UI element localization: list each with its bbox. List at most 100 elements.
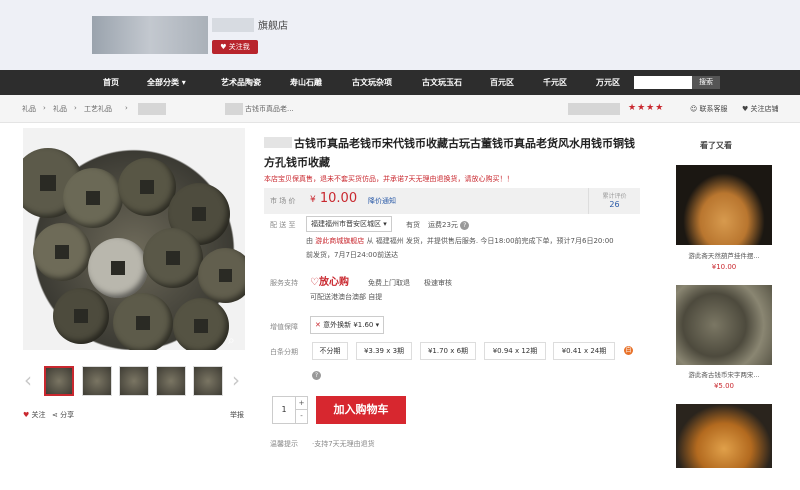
breadcrumb-item[interactable]: 礼品 [22,104,36,114]
shipping-note: 由 游此商城旗舰店 从 福建福州 发货，并提供售后服务. 今日18:00前完成下… [306,236,646,246]
shipping-note-prefix: 由 [306,237,313,245]
quantity-increase-button[interactable]: + [296,397,307,410]
follow-product-button[interactable]: ♥ 关注 [23,410,46,420]
nav-item-jade[interactable]: 古文玩玉石 [422,70,462,95]
nav-item-shoushan[interactable]: 寿山石雕 [290,70,322,95]
nav-item-thousand[interactable]: 千元区 [543,70,567,95]
shipping-note-2: 前发货，7月7日24:00前送达 [306,251,399,259]
store-logo[interactable] [92,16,208,54]
sidebar-item-image[interactable] [676,404,772,468]
sidebar-item-price: ¥5.00 [713,382,735,390]
share-button[interactable]: ⋖ 分享 [52,410,74,420]
coin [173,298,229,350]
coin [198,248,245,303]
shipping-note-text: 从 福建福州 发货，并提供售后服务. 今日18:00前完成下单，预计7月6日20… [366,237,614,245]
follow-store-label: 关注我 [228,43,250,51]
thumbnail[interactable] [44,366,74,396]
sidebar-item-image[interactable] [676,285,772,365]
tip-label: 温馨提示 [270,440,298,448]
thumb-prev-icon[interactable]: ‹ [24,368,32,392]
store-logo-blur [212,18,254,32]
coin [113,293,173,350]
sidebar-item-image[interactable] [676,165,772,245]
nav-item-hundred[interactable]: 百元区 [490,70,514,95]
store-name-blur [568,103,620,115]
fangxingou-logo[interactable]: ♡放心购 [310,273,349,288]
installment-label: 白条分期 [270,348,298,356]
thumbnail[interactable] [119,366,149,396]
breadcrumb-item[interactable]: 礼品 [53,104,67,114]
shipping-fee-label: 运费23元 [428,221,458,229]
review-summary[interactable]: 累计评价 26 [588,188,640,214]
breadcrumb-item[interactable]: 工艺礼品 [84,104,112,114]
follow-product-label: 关注 [31,411,46,419]
report-link[interactable]: 举报 [230,410,244,420]
follow-store-button[interactable]: ♥ 关注我 [212,40,258,54]
shipping-store-link[interactable]: 游此商城旗舰店 [315,237,364,245]
store-rating-stars: ★★★★ [628,103,665,113]
product-main-image[interactable] [23,128,245,350]
nav-search-button[interactable]: 搜索 [692,76,720,89]
nav-search-input[interactable] [634,76,692,89]
heart-icon: ♥ [23,411,30,419]
sidebar-item-price: ¥10.00 [711,263,737,271]
breadcrumb-blur [138,103,166,115]
service-item: 极速审核 [424,279,452,287]
sidebar-item-caption[interactable]: 游此斋天然葫芦挂件摆... [676,250,772,260]
product-subtitle: 本店宝贝保真售，退未不套买货仿品，并承诺7天无理由退换货，请放心购买！！ [264,175,514,183]
store-name[interactable]: 旗舰店 [258,17,288,32]
price-currency: ¥ [310,195,316,205]
main-nav: 首页 全部分类 ▾ 艺术品陶瓷 寿山石雕 古文玩杂项 古文玩玉石 百元区 千元区… [0,70,800,95]
quantity-input[interactable]: 1 [272,396,296,424]
sidebar-item-caption[interactable]: 游此斋古钱币宋字两宋... [676,369,772,379]
coin [63,168,123,228]
delivery-region-select[interactable]: 福建福州市晋安区城区 ▾ [306,216,392,232]
thumbnail[interactable] [156,366,186,396]
info-icon[interactable]: ? [460,220,470,230]
zoom-icon[interactable]: ⌕ [228,333,235,348]
installment-option[interactable]: ¥3.39 x 3期 [356,342,412,360]
installment-option[interactable]: ¥1.70 x 6期 [420,342,476,360]
quantity-stepper[interactable]: + - [296,396,308,424]
store-header: 旗舰店 ♥ 关注我 [0,0,800,70]
tip-text: ·支持7天无理由退货 [312,440,375,448]
share-label: 分享 [60,411,75,419]
nav-item-ten-thousand[interactable]: 万元区 [596,70,620,95]
price-value: 10.00 [319,191,358,206]
price-notify-link[interactable]: 降价通知 [368,196,396,206]
contact-service-link[interactable]: ☺ 联系客服 [690,104,728,114]
installment-option[interactable]: ¥0.94 x 12期 [484,342,546,360]
coin [53,288,109,344]
warranty-select[interactable]: ✕ 意外换新 ¥1.60 ▾ [310,316,385,334]
breadcrumb-blur [225,103,243,115]
review-count: 26 [609,200,620,209]
installment-option[interactable]: 不分期 [312,342,348,360]
coin [33,223,91,281]
thumb-next-icon[interactable]: › [232,368,240,392]
sidebar-title: 看了又看 [700,141,732,150]
review-label: 累计评价 [602,193,627,200]
follow-shop-link[interactable]: ♥ 关注店铺 [742,104,779,114]
nav-item-all-categories[interactable]: 全部分类 ▾ [147,70,186,95]
warranty-label: 增值保障 [270,323,298,331]
product-price: ¥ 10.00 [310,191,357,206]
thumbnail[interactable] [82,366,112,396]
coin [118,158,176,216]
quantity-decrease-button[interactable]: - [296,410,307,423]
nav-item-ceramics[interactable]: 艺术品陶瓷 [221,70,261,95]
add-to-cart-button[interactable]: 加入购物车 [316,396,406,424]
coin [88,238,148,298]
nav-item-home[interactable]: 首页 [103,70,119,95]
service-extra: 可配送港澳台澳部 自提 [310,293,383,301]
installment-option[interactable]: ¥0.41 x 24期 [553,342,615,360]
installment-info-icon[interactable]: ? [312,371,321,380]
coin [143,228,203,288]
nav-item-antiques[interactable]: 古文玩杂项 [352,70,392,95]
breadcrumb-current: 古钱币真品老... [245,105,294,113]
warranty-icon: ✕ [315,321,321,329]
share-icon: ⋖ [52,411,58,419]
delivery-region-value: 福建福州市晋安区城区 [311,220,381,228]
baitiao-icon[interactable]: 白 [624,346,633,355]
thumbnail[interactable] [193,366,223,396]
shipping-fee: 运费23元 ? [428,220,470,230]
